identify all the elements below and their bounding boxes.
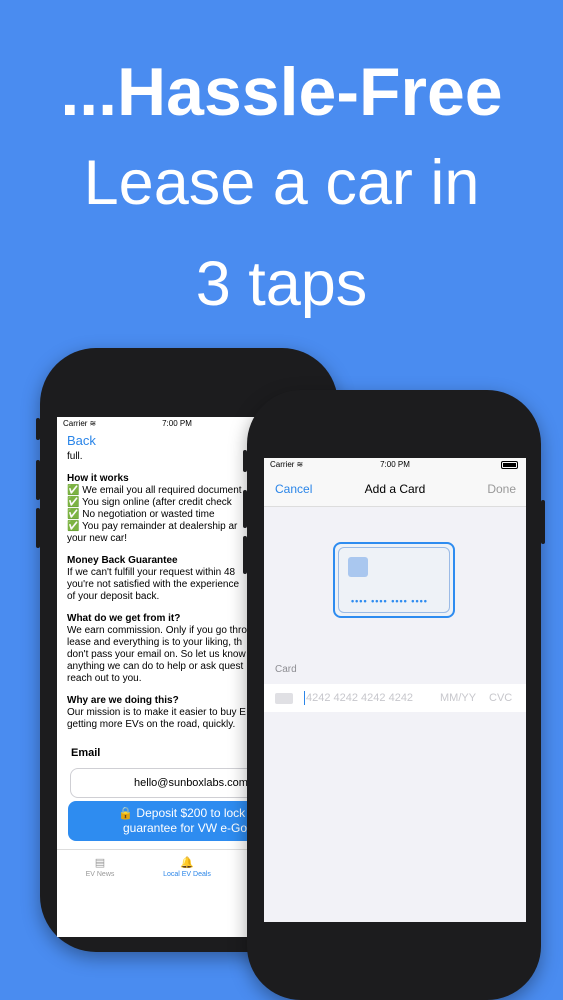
volume-down-button	[243, 536, 247, 574]
tab-ev-news[interactable]: ▤ EV News	[60, 856, 140, 878]
card-section-label: Card	[275, 664, 297, 675]
volume-up-button	[36, 460, 40, 500]
status-bar: Carrier ≋ 7:00 PM	[264, 458, 526, 472]
card-chip-icon	[348, 557, 368, 577]
cvc-input[interactable]: CVC	[489, 692, 512, 704]
card-number-dots: •••• •••• •••• ••••	[351, 596, 428, 606]
expiry-input[interactable]: MM/YY	[440, 692, 476, 704]
volume-down-button	[36, 508, 40, 548]
email-label: Email	[71, 747, 101, 759]
bell-icon: 🔔	[180, 857, 194, 869]
power-button	[541, 500, 545, 544]
headline-line-1: ...Hassle-Free	[60, 54, 503, 130]
newspaper-icon: ▤	[94, 857, 106, 869]
status-time: 7:00 PM	[380, 460, 410, 469]
nav-bar: Cancel Add a Card Done	[264, 472, 526, 507]
done-button[interactable]: Done	[487, 482, 516, 496]
card-outline: •••• •••• •••• ••••	[338, 547, 450, 613]
tab-label: EV News	[85, 871, 115, 878]
back-button[interactable]: Back	[67, 433, 96, 448]
battery-icon	[501, 461, 518, 469]
volume-up-button	[243, 490, 247, 528]
add-card-screen: Carrier ≋ 7:00 PM Cancel Add a Card Done …	[264, 458, 526, 922]
tab-label: Local EV Deals	[163, 871, 211, 878]
tab-local-ev-deals[interactable]: 🔔 Local EV Deals	[147, 856, 227, 878]
mute-switch	[243, 450, 247, 472]
card-input-row[interactable]: 4242 4242 4242 4242 MM/YY CVC	[264, 684, 526, 712]
card-number-input[interactable]: 4242 4242 4242 4242	[306, 692, 413, 704]
text-cursor	[304, 691, 305, 705]
headline-line-3: 3 taps	[195, 249, 368, 319]
mute-switch	[36, 418, 40, 440]
credit-card-icon: •••• •••• •••• ••••	[333, 542, 455, 618]
headline-line-2: Lease a car in	[83, 148, 480, 218]
front-phone: Carrier ≋ 7:00 PM Cancel Add a Card Done …	[243, 390, 545, 1000]
card-brand-icon	[275, 693, 293, 704]
